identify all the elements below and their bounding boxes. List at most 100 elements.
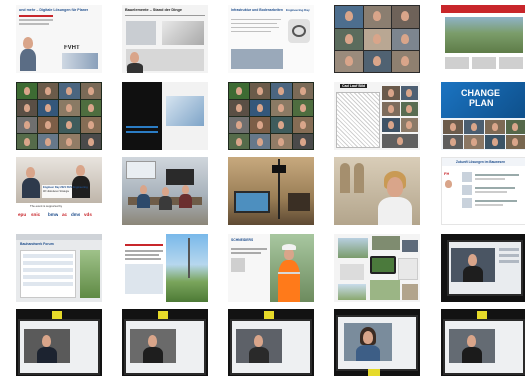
tile-10-banner-word-1: CHANGE: [461, 88, 501, 98]
gallery-tile-12[interactable]: [122, 157, 208, 225]
tile-20-body: [463, 266, 483, 282]
tile-20-sidebar-line: [499, 248, 519, 251]
tile-3-brand: Engineering Day: [286, 8, 310, 12]
tile-11-sponsor-caption: The event is supported by: [30, 204, 63, 208]
tile-10-cam: [443, 120, 463, 134]
gallery-tile-22[interactable]: [122, 309, 208, 376]
tile-9-cam: [401, 86, 418, 100]
gallery-tile-20[interactable]: [441, 234, 525, 302]
tile-13-camera-icon: [272, 165, 286, 173]
tile-10-cam: [464, 120, 484, 134]
tile-12-face: [182, 185, 189, 194]
tile-6-cam: [17, 83, 37, 99]
tile-10-banner-word-2: PLAN: [469, 98, 494, 108]
tile-16-field: [23, 254, 73, 258]
tile-15-title: Zukunft Lösungen im Bauwesen: [456, 160, 506, 164]
tile-12-body: [137, 194, 150, 208]
tile-15-line: [475, 187, 515, 189]
tile-18-helmet: [282, 244, 296, 250]
gallery-tile-24[interactable]: [334, 309, 420, 376]
tile-15-thumb: [462, 172, 472, 182]
tile-6-cam: [59, 117, 80, 133]
gallery-tile-9[interactable]: Cad Lauf Bild: [334, 82, 420, 150]
gallery-tile-10[interactable]: CHANGE PLAN: [441, 82, 525, 150]
tile-4-cam-5: [364, 29, 391, 50]
tile-3-title: Infrastruktur und Bodenarbeiten: [231, 8, 283, 12]
tile-16-browser-bar: [16, 234, 102, 240]
tile-11-caption-1: Engineer Day 2021 FHS Engineering: [43, 186, 88, 189]
tile-22-body: [143, 347, 163, 363]
tile-9-cam: [382, 86, 400, 100]
tile-7-dark-panel: [122, 82, 162, 150]
gallery-tile-6[interactable]: [16, 82, 102, 150]
gallery-tile-1[interactable]: und mehr – Digitale Lösungen für Planer …: [16, 5, 102, 73]
tile-4-cam-7: [335, 51, 363, 72]
tile-4-cam-6: [392, 29, 419, 50]
gallery-tile-23[interactable]: [228, 309, 314, 376]
tile-17-line: [125, 254, 159, 256]
gallery-tile-13[interactable]: [228, 157, 314, 225]
tile-3-image: [231, 49, 283, 69]
tile-12-body: [159, 196, 172, 210]
gallery-tile-25[interactable]: [441, 309, 525, 376]
tile-13-desk: [288, 193, 310, 211]
gallery-tile-21[interactable]: [16, 309, 102, 376]
tile-5-header: [441, 5, 525, 13]
tile-8-cam: [229, 100, 249, 116]
gallery-tile-2[interactable]: Bauelemente – Stand der Dinge: [122, 5, 208, 73]
tile-15-line: [475, 204, 503, 206]
tile-12-screen: [166, 169, 194, 185]
gallery-tile-11[interactable]: Engineer Day 2021 FHS Engineering Wir di…: [16, 157, 102, 225]
tile-11-sponsor-1: epu: [18, 212, 27, 217]
tile-8-cam: [229, 83, 249, 99]
gallery-tile-7[interactable]: [122, 82, 208, 150]
gallery-tile-14[interactable]: [334, 157, 420, 225]
tile-18-line: [231, 248, 267, 250]
gallery-tile-8[interactable]: [228, 82, 314, 150]
tile-10-cam: [485, 120, 505, 134]
tile-4-cam-4: [335, 29, 363, 50]
tile-16-side-image: [80, 250, 100, 298]
tile-4-cam-3: [392, 6, 419, 28]
tile-20-face: [468, 254, 477, 266]
tile-8-cam: [229, 117, 249, 133]
gallery-tile-15[interactable]: Zukunft Lösungen im Bauwesen FH: [441, 157, 525, 225]
tile-3-line: [231, 31, 271, 33]
tile-3-line: [231, 23, 277, 25]
tile-20-sidebar-line: [499, 254, 519, 257]
tile-24-face: [363, 331, 373, 344]
tile-6-cam: [38, 83, 58, 99]
tile-10-cam: [506, 120, 525, 134]
tile-15-thumb: [462, 185, 472, 195]
tile-19-photo: [338, 238, 368, 258]
tile-8-cam: [293, 117, 313, 133]
gallery-tile-4[interactable]: [334, 5, 420, 73]
tile-2-speaker-body: [127, 63, 143, 73]
gallery-tile-19[interactable]: [334, 234, 420, 302]
tile-19-photo: [402, 284, 418, 300]
tile-19-photo: [370, 280, 400, 300]
tile-4-cam-9: [392, 51, 419, 72]
tile-6-cam: [17, 134, 37, 149]
tile-1-title: und mehr – Digitale Lösungen für Planer: [19, 8, 89, 12]
tile-3-line: [231, 19, 281, 21]
tile-15-face: [445, 180, 452, 188]
tile-9-drawing: [336, 92, 380, 148]
tile-17-line: [125, 244, 163, 246]
tile-13-monitor-screen: [236, 193, 268, 211]
tile-9-cam: [382, 118, 400, 132]
gallery-tile-3[interactable]: Infrastruktur und Bodenarbeiten Engineer…: [228, 5, 314, 73]
tile-1-line: [19, 23, 49, 25]
tile-9-cam: [401, 102, 418, 116]
gallery-tile-5[interactable]: [441, 5, 525, 73]
gallery-tile-18[interactable]: SCHNEIDERS: [228, 234, 314, 302]
tile-11-face: [26, 167, 35, 178]
tile-5-thumb: [472, 57, 496, 69]
tile-6-cam: [17, 100, 37, 116]
gallery-tile-17[interactable]: [122, 234, 208, 302]
gallery-tile-16[interactable]: Bauhandwerk Forum: [16, 234, 102, 302]
tile-12-face: [140, 185, 147, 194]
tile-9-label: Cad Lauf Bild: [340, 84, 368, 88]
tile-14-arch: [354, 163, 364, 193]
tile-1-line: [19, 19, 53, 21]
